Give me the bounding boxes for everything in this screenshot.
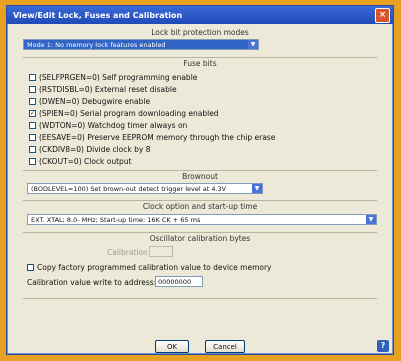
checkbox[interactable] <box>29 145 36 153</box>
copy-calibration-option[interactable]: Copy factory programmed calibration valu… <box>27 262 272 272</box>
clock-section-label: Clock option and start-up time <box>142 202 258 211</box>
fuse-label: (CKOUT=0) Clock output <box>39 156 132 166</box>
calibration-address-field[interactable]: 00000000 <box>155 276 203 287</box>
brownout-value: (BODLEVEL=100) Set brown-out detect trig… <box>31 185 227 193</box>
calibration-address-label: Calibration value write to address: <box>27 278 157 287</box>
clock-value: EXT. XTAL; 8.0- MHz; Start-up time: 16K … <box>31 216 201 224</box>
cancel-button[interactable]: Cancel <box>205 340 245 353</box>
lock-section-label: Lock bit protection modes <box>151 28 249 37</box>
checkbox[interactable] <box>29 157 36 165</box>
fuse-item-ckout[interactable]: (CKOUT=0) Clock output <box>29 156 132 166</box>
fuse-item-ckdiv8[interactable]: (CKDIV8=0) Divide clock by 8 <box>29 144 150 154</box>
fuse-item-wdton[interactable]: (WDTON=0) Watchdog timer always on <box>29 120 187 130</box>
fuse-label: (DWEN=0) Debugwire enable <box>39 96 151 106</box>
ok-button[interactable]: OK <box>155 340 189 353</box>
checkbox-checked[interactable]: ✓ <box>29 109 36 117</box>
lock-mode-value: Mode 1: No memory lock features enabled <box>27 41 166 49</box>
fuse-label: (CKDIV8=0) Divide clock by 8 <box>39 144 151 154</box>
checkbox[interactable] <box>29 73 36 81</box>
divider <box>23 232 377 233</box>
fuse-item-dwen[interactable]: (DWEN=0) Debugwire enable <box>29 96 150 106</box>
fuse-item-spien[interactable]: ✓ (SPIEN=0) Serial program downloading e… <box>29 108 219 118</box>
fuse-label: (RSTDISBL=0) External reset disable <box>39 84 177 94</box>
divider <box>23 57 377 58</box>
checkbox[interactable] <box>29 97 36 105</box>
title-bar: View/Edit Lock, Fuses and Calibration × <box>7 6 393 24</box>
copy-calibration-label: Copy factory programmed calibration valu… <box>37 262 272 272</box>
divider <box>23 200 377 201</box>
fuse-item-rstdisbl[interactable]: (RSTDISBL=0) External reset disable <box>29 84 177 94</box>
calibration-section-label: Oscillator calibration bytes <box>149 234 251 243</box>
help-icon[interactable]: ? <box>377 340 389 352</box>
checkbox[interactable] <box>27 263 34 271</box>
fuse-label: (EESAVE=0) Preserve EEPROM memory throug… <box>39 132 276 142</box>
fuse-label: (SELFPRGEN=0) Self programming enable <box>39 72 198 82</box>
chevron-down-icon: ▼ <box>366 215 376 224</box>
chevron-down-icon: ▼ <box>248 40 258 49</box>
fuse-label: (WDTON=0) Watchdog timer always on <box>39 120 188 130</box>
close-button[interactable]: × <box>375 8 390 23</box>
brownout-section-label: Brownout <box>182 172 218 181</box>
chevron-down-icon: ▼ <box>252 184 262 193</box>
fuse-item-eesave[interactable]: (EESAVE=0) Preserve EEPROM memory throug… <box>29 132 275 142</box>
calibration-value-field <box>149 246 173 257</box>
window-title: View/Edit Lock, Fuses and Calibration <box>13 10 183 20</box>
checkbox[interactable] <box>29 133 36 141</box>
lock-mode-select[interactable]: Mode 1: No memory lock features enabled … <box>23 39 259 50</box>
divider <box>23 298 377 299</box>
fuse-item-selfprgen[interactable]: (SELFPRGEN=0) Self programming enable <box>29 72 197 82</box>
checkbox[interactable] <box>29 85 36 93</box>
fuse-section-label: Fuse bits <box>183 59 217 68</box>
fuse-label: (SPIEN=0) Serial program downloading ena… <box>39 108 219 118</box>
divider <box>23 170 377 171</box>
checkbox[interactable] <box>29 121 36 129</box>
fuse-dialog: View/Edit Lock, Fuses and Calibration × … <box>6 5 394 355</box>
brownout-select[interactable]: (BODLEVEL=100) Set brown-out detect trig… <box>27 183 263 194</box>
clock-select[interactable]: EXT. XTAL; 8.0- MHz; Start-up time: 16K … <box>27 214 377 225</box>
